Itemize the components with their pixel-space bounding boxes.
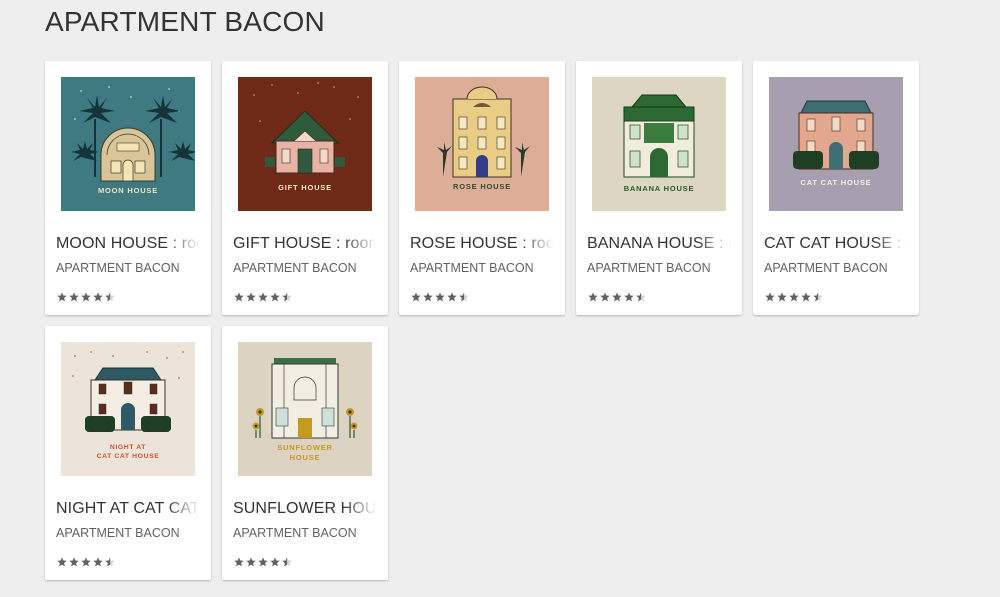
card-title[interactable]: ROSE HOUSE : room	[410, 235, 560, 253]
cover-label: MOON HOUSE	[98, 186, 158, 195]
star-full-icon	[258, 292, 268, 302]
star-full-icon	[435, 292, 445, 302]
star-full-icon	[246, 292, 256, 302]
cat-cat-house-cover-image[interactable]: CAT CAT HOUSE	[769, 77, 903, 211]
star-half-icon	[105, 557, 115, 567]
app-card-banana-house[interactable]: BANANA HOUSE BANANA HOUSE : room APARTME…	[576, 61, 742, 315]
cover-label: GIFT HOUSE	[278, 183, 332, 192]
star-rating	[411, 292, 469, 304]
star-half-icon	[282, 557, 292, 567]
card-author[interactable]: APARTMENT BACON	[410, 261, 560, 275]
star-rating	[234, 292, 292, 304]
card-author[interactable]: APARTMENT BACON	[587, 261, 737, 275]
star-full-icon	[612, 292, 622, 302]
card-title[interactable]: CAT CAT HOUSE : room	[764, 235, 914, 253]
star-full-icon	[93, 557, 103, 567]
cover-label: ROSE HOUSE	[453, 182, 511, 191]
star-full-icon	[789, 292, 799, 302]
cover-label: CAT CAT HOUSE	[801, 178, 872, 187]
star-full-icon	[411, 292, 421, 302]
card-title[interactable]: SUNFLOWER HOUSE	[233, 500, 383, 518]
night-at-cat-cat-house-cover-image[interactable]: NIGHT AT CAT CAT HOUSE	[61, 342, 195, 476]
star-half-icon	[459, 292, 469, 302]
star-full-icon	[270, 557, 280, 567]
star-rating	[57, 292, 115, 304]
star-full-icon	[423, 292, 433, 302]
star-full-icon	[81, 292, 91, 302]
star-half-icon	[282, 292, 292, 302]
cover-label: CAT CAT HOUSE	[97, 453, 160, 460]
card-author[interactable]: APARTMENT BACON	[764, 261, 914, 275]
cover-label: SUNFLOWER	[277, 443, 333, 452]
star-full-icon	[270, 292, 280, 302]
moon-house-cover-image[interactable]: MOON HOUSE	[61, 77, 195, 211]
star-full-icon	[801, 292, 811, 302]
cover-label: NIGHT AT	[110, 444, 146, 451]
app-card-gift-house[interactable]: GIFT HOUSE GIFT HOUSE : room APARTMENT B…	[222, 61, 388, 315]
rose-house-cover-image[interactable]: ROSE HOUSE	[415, 77, 549, 211]
gift-house-cover-image[interactable]: GIFT HOUSE	[238, 77, 372, 211]
card-author[interactable]: APARTMENT BACON	[233, 526, 383, 540]
card-title[interactable]: NIGHT AT CAT CAT HOUSE	[56, 500, 206, 518]
card-author[interactable]: APARTMENT BACON	[56, 261, 206, 275]
star-full-icon	[81, 557, 91, 567]
star-full-icon	[777, 292, 787, 302]
star-full-icon	[447, 292, 457, 302]
app-card-cat-cat-house[interactable]: CAT CAT HOUSE CAT CAT HOUSE : room APART…	[753, 61, 919, 315]
star-full-icon	[624, 292, 634, 302]
cover-label: BANANA HOUSE	[624, 184, 695, 193]
app-card-moon-house[interactable]: MOON HOUSE MOON HOUSE : room APARTMENT B…	[45, 61, 211, 315]
star-full-icon	[600, 292, 610, 302]
star-full-icon	[258, 557, 268, 567]
star-full-icon	[234, 292, 244, 302]
star-full-icon	[57, 557, 67, 567]
card-author[interactable]: APARTMENT BACON	[56, 526, 206, 540]
star-rating	[57, 557, 115, 569]
sunflower-house-cover-image[interactable]: SUNFLOWER HOUSE	[238, 342, 372, 476]
star-half-icon	[813, 292, 823, 302]
app-card-night-at-cat-cat-house[interactable]: NIGHT AT CAT CAT HOUSE NIGHT AT CAT CAT …	[45, 326, 211, 580]
star-full-icon	[93, 292, 103, 302]
app-card-rose-house[interactable]: ROSE HOUSE ROSE HOUSE : room APARTMENT B…	[399, 61, 565, 315]
app-card-sunflower-house[interactable]: SUNFLOWER HOUSE SUNFLOWER HOUSE APARTMEN…	[222, 326, 388, 580]
card-title[interactable]: MOON HOUSE : room	[56, 235, 206, 253]
star-rating	[765, 292, 823, 304]
card-title[interactable]: BANANA HOUSE : room	[587, 235, 737, 253]
star-full-icon	[57, 292, 67, 302]
card-author[interactable]: APARTMENT BACON	[233, 261, 383, 275]
card-title[interactable]: GIFT HOUSE : room	[233, 235, 383, 253]
cover-label: HOUSE	[290, 453, 321, 462]
star-full-icon	[69, 557, 79, 567]
star-full-icon	[588, 292, 598, 302]
star-half-icon	[105, 292, 115, 302]
banana-house-cover-image[interactable]: BANANA HOUSE	[592, 77, 726, 211]
star-rating	[588, 292, 646, 304]
page-title: APARTMENT BACON	[45, 6, 325, 37]
star-full-icon	[246, 557, 256, 567]
star-full-icon	[765, 292, 775, 302]
star-full-icon	[69, 292, 79, 302]
star-rating	[234, 557, 292, 569]
star-half-icon	[636, 292, 646, 302]
star-full-icon	[234, 557, 244, 567]
